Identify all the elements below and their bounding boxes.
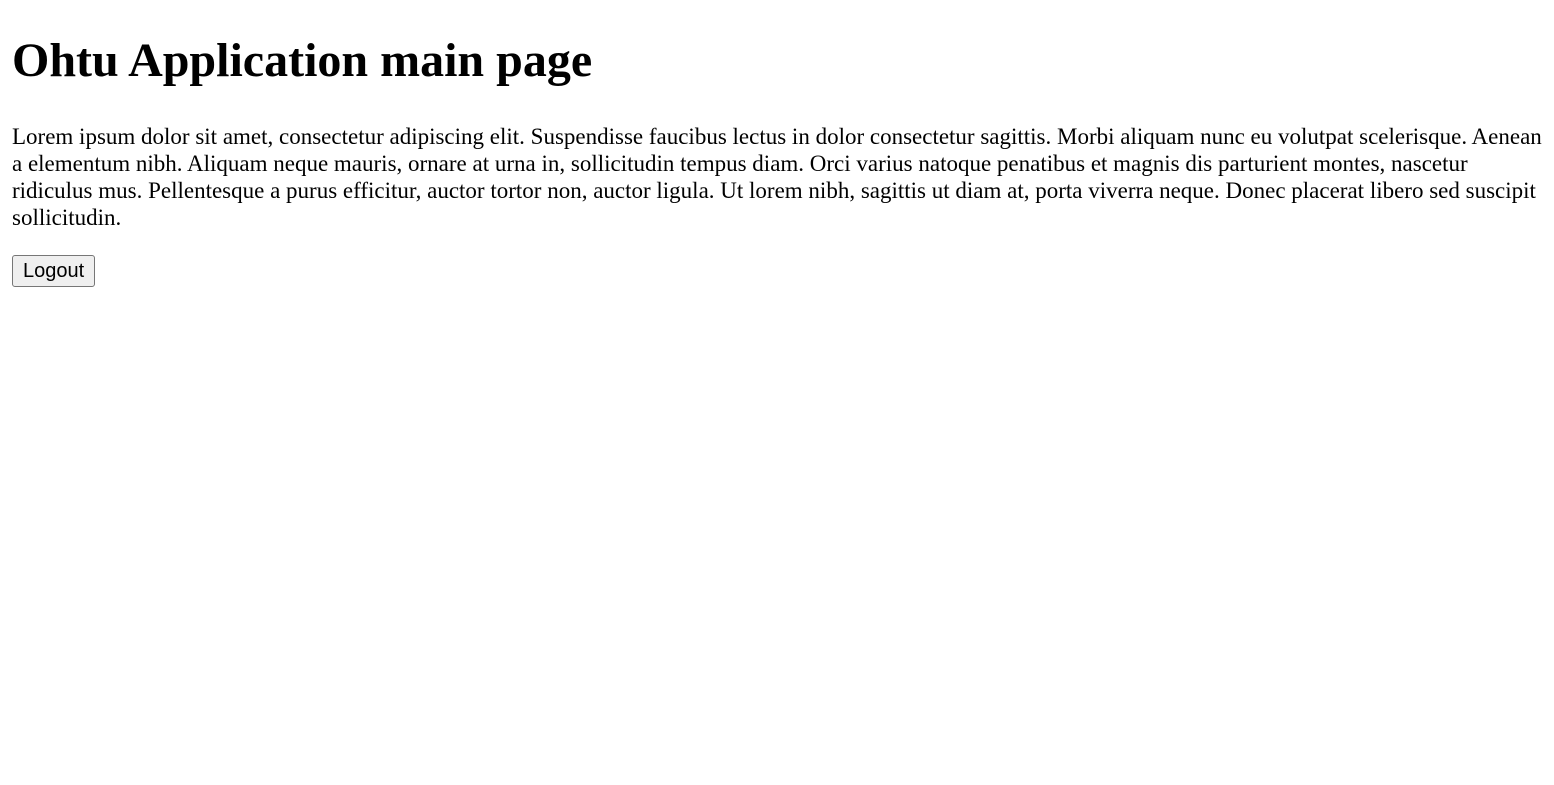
main-page: Ohtu Application main page Lorem ipsum d… <box>0 33 1554 785</box>
intro-paragraph: Lorem ipsum dolor sit amet, consectetur … <box>12 124 1542 230</box>
logout-button[interactable]: Logout <box>12 255 96 287</box>
page-title: Ohtu Application main page <box>12 34 593 87</box>
